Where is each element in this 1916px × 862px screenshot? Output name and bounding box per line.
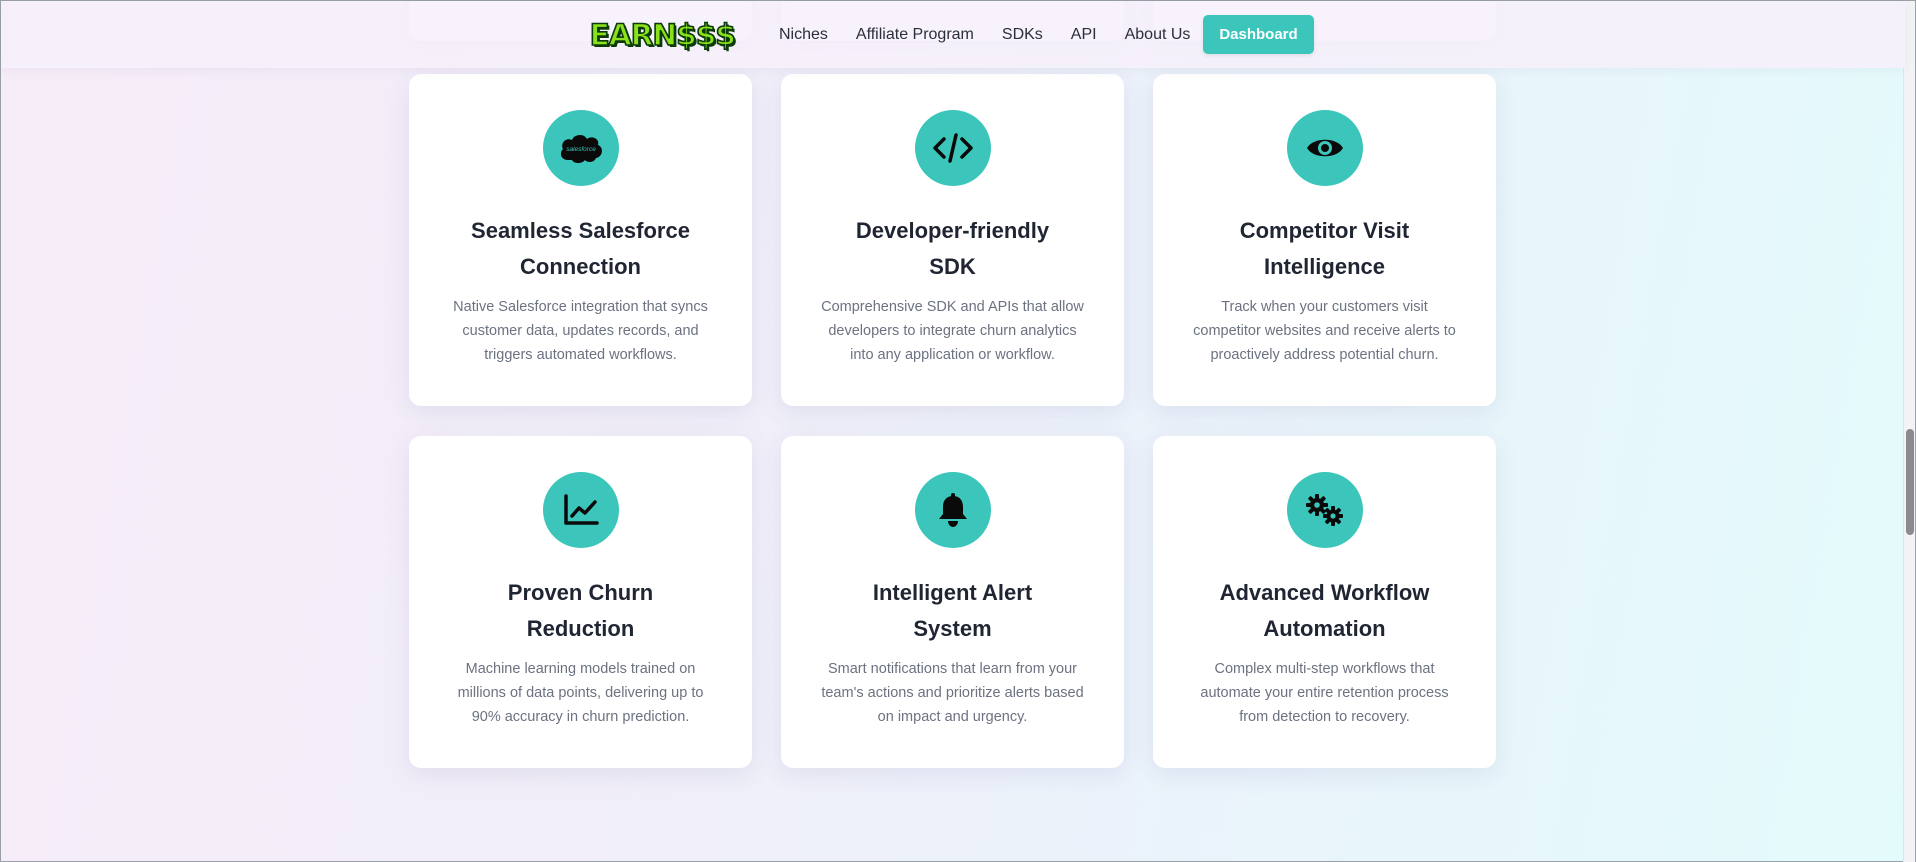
nav-link-affiliate-program[interactable]: Affiliate Program	[856, 26, 974, 44]
feature-description: Machine learning models trained on milli…	[457, 661, 704, 725]
eye-icon	[1286, 110, 1363, 186]
feature-description: Complex multi-step workflows that automa…	[1200, 661, 1449, 725]
nav-link-niches[interactable]: Niches	[779, 26, 828, 44]
feature-title: Proven Churn Reduction	[507, 580, 654, 641]
feature-title: Advanced Workflow Automation	[1219, 580, 1430, 641]
nav-link-about-us[interactable]: About Us	[1125, 26, 1191, 44]
scrollbar-thumb[interactable]	[1906, 429, 1914, 535]
feature-card-salesforce: salesforce Seamless Salesforce Connectio…	[409, 74, 752, 406]
gears-icon	[1286, 472, 1363, 548]
bell-icon	[914, 472, 991, 548]
feature-description: Comprehensive SDK and APIs that allow de…	[821, 299, 1084, 363]
feature-title: Competitor Visit Intelligence	[1239, 218, 1410, 279]
feature-card-sdk: Developer-friendly SDK Comprehensive SDK…	[781, 74, 1124, 406]
nav-link-api[interactable]: API	[1071, 26, 1097, 44]
feature-title: Intelligent Alert System	[872, 580, 1033, 641]
salesforce-icon-label: salesforce	[566, 146, 596, 153]
feature-card-churn-reduction: Proven Churn Reduction Machine learning …	[409, 436, 752, 768]
page-scrollbar[interactable]	[1903, 1, 1915, 862]
feature-description: Smart notifications that learn from your…	[821, 661, 1084, 725]
brand-logo[interactable]: EARN$$$	[589, 17, 751, 53]
features-grid: salesforce Seamless Salesforce Connectio…	[409, 74, 1496, 768]
feature-card-alerts: Intelligent Alert System Smart notificat…	[781, 436, 1124, 768]
code-icon	[914, 110, 991, 186]
salesforce-cloud-icon: salesforce	[542, 110, 619, 186]
nav-link-sdks[interactable]: SDKs	[1002, 26, 1043, 44]
feature-card-workflow: Advanced Workflow Automation Complex mul…	[1153, 436, 1496, 768]
feature-description: Track when your customers visit competit…	[1193, 299, 1456, 363]
feature-title: Seamless Salesforce Connection	[471, 218, 690, 279]
feature-card-competitor: Competitor Visit Intelligence Track when…	[1153, 74, 1496, 406]
feature-title: Developer-friendly SDK	[855, 218, 1050, 279]
main-nav: Niches Affiliate Program SDKs API About …	[779, 1, 1190, 68]
logo-text: EARN$$$	[589, 17, 737, 53]
feature-description: Native Salesforce integration that syncs…	[453, 299, 708, 363]
dashboard-button[interactable]: Dashboard	[1203, 15, 1314, 54]
site-header: EARN$$$ Niches Affiliate Program SDKs AP…	[1, 1, 1905, 68]
chart-line-icon	[542, 472, 619, 548]
